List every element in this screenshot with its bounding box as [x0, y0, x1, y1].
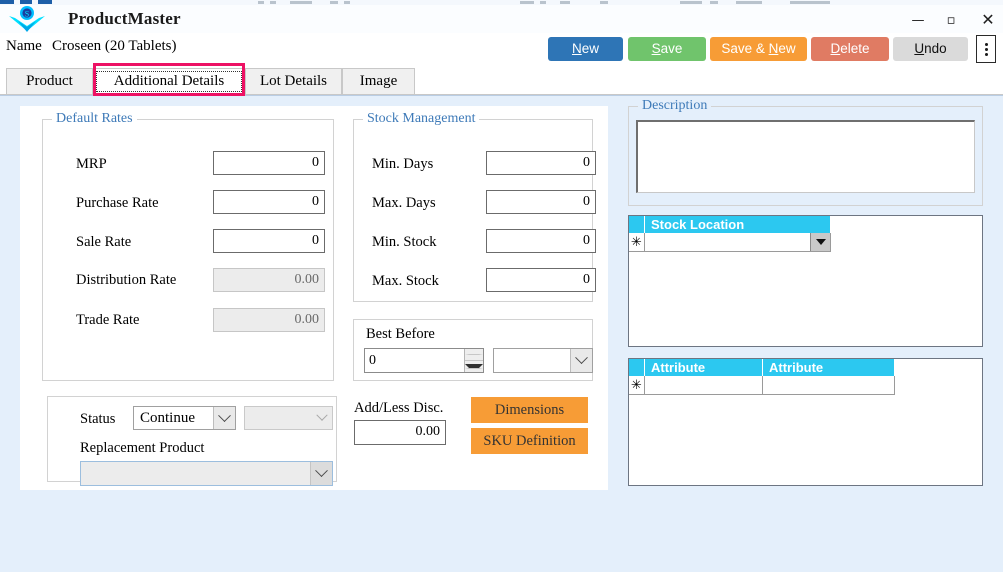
max-stock-label: Max. Stock	[372, 273, 439, 289]
sale-rate-input[interactable]: 0	[213, 229, 325, 253]
status-chevron-down-icon[interactable]	[213, 407, 235, 429]
stock-management-group: Stock Management Min. Days 0 Max. Days 0…	[353, 111, 596, 302]
tab-product[interactable]: Product	[6, 68, 93, 95]
best-before-stepper-buttons[interactable]	[464, 349, 483, 372]
undo-button-label-rest: ndo	[924, 41, 947, 56]
attribute-column-header-1[interactable]: Attribute	[645, 359, 763, 376]
tab-additional-details[interactable]: Additional Details	[93, 68, 245, 95]
purchase-rate-input[interactable]: 0	[213, 190, 325, 214]
best-before-value: 0	[369, 353, 376, 368]
stock-location-new-row[interactable]: ✳	[629, 233, 982, 252]
stock-management-title: Stock Management	[363, 111, 480, 127]
dimensions-button[interactable]: Dimensions	[471, 397, 588, 423]
stock-location-new-row-cell[interactable]	[645, 233, 831, 252]
replacement-product-label: Replacement Product	[80, 440, 205, 456]
purchase-rate-label: Purchase Rate	[76, 195, 159, 211]
product-name-value: Croseen (20 Tablets)	[52, 38, 177, 54]
more-options-icon[interactable]	[976, 35, 996, 63]
best-before-decrement-icon[interactable]	[465, 361, 483, 372]
mrp-input[interactable]: 0	[213, 151, 325, 175]
tab-image-label: Image	[359, 73, 398, 89]
title-bar: S ProductMaster — ▫ ✕	[0, 5, 1003, 33]
best-before-increment-icon[interactable]	[465, 349, 483, 361]
tab-lot-details-label: Lot Details	[259, 73, 328, 89]
tab-product-label: Product	[26, 73, 73, 89]
status-replacement-group: Status Continue Replacement Product	[47, 396, 337, 486]
best-before-unit-dropdown[interactable]	[493, 348, 593, 373]
stock-location-column-header[interactable]: Stock Location	[645, 216, 831, 233]
attribute-new-row-cell-1[interactable]	[645, 376, 763, 395]
best-before-unit-chevron-down-icon[interactable]	[570, 349, 592, 372]
stock-location-new-row-marker: ✳	[629, 233, 645, 252]
new-button-label-rest: ew	[581, 41, 599, 56]
min-stock-input[interactable]: 0	[486, 229, 596, 253]
status-dropdown[interactable]: Continue	[133, 406, 236, 430]
left-form-panel: Default Rates MRP 0 Purchase Rate 0 Sale…	[20, 106, 608, 490]
default-rates-group: Default Rates MRP 0 Purchase Rate 0 Sale…	[42, 111, 334, 381]
max-days-label: Max. Days	[372, 195, 436, 211]
minimize-icon[interactable]: —	[905, 9, 931, 31]
tab-bar: Product Additional Details Lot Details I…	[0, 68, 1003, 95]
stock-location-dropdown-icon[interactable]	[810, 233, 830, 251]
attribute-new-row-marker: ✳	[629, 376, 645, 395]
name-label: Name	[6, 38, 42, 54]
description-textarea[interactable]	[636, 120, 975, 193]
product-master-window: S ProductMaster — ▫ ✕ Name Croseen (20 T…	[0, 0, 1003, 572]
attribute-column-header-2[interactable]: Attribute	[763, 359, 895, 376]
window-title: ProductMaster	[68, 9, 181, 28]
trade-rate-input: 0.00	[213, 308, 325, 332]
min-days-label: Min. Days	[372, 156, 434, 172]
add-less-disc-label: Add/Less Disc.	[354, 400, 444, 416]
new-button[interactable]: New	[548, 37, 623, 61]
app-logo-icon: S	[6, 5, 48, 33]
max-days-input[interactable]: 0	[486, 190, 596, 214]
maximize-icon[interactable]: ▫	[938, 9, 964, 31]
delete-button[interactable]: Delete	[811, 37, 889, 61]
replacement-product-dropdown	[80, 461, 333, 486]
tab-content-panel: Default Rates MRP 0 Purchase Rate 0 Sale…	[0, 95, 1003, 572]
delete-button-label-rest: elete	[840, 41, 870, 56]
attribute-grid-header: Attribute Attribute	[629, 359, 982, 376]
default-rates-title: Default Rates	[52, 111, 137, 127]
attribute-new-row-cell-2[interactable]	[763, 376, 895, 395]
status-label: Status	[80, 411, 116, 427]
best-before-group: Best Before 0	[353, 319, 593, 381]
attribute-grid-corner	[629, 359, 645, 376]
stock-location-grid-corner	[629, 216, 645, 233]
attribute-grid[interactable]: Attribute Attribute ✳	[628, 358, 983, 486]
undo-button[interactable]: Undo	[893, 37, 968, 61]
tab-additional-details-label: Additional Details	[113, 73, 225, 89]
save-and-new-button[interactable]: Save & New	[710, 37, 807, 61]
sale-rate-label: Sale Rate	[76, 234, 132, 250]
status-secondary-chevron-down-icon	[311, 407, 332, 429]
stock-location-grid-header: Stock Location	[629, 216, 982, 233]
description-title: Description	[638, 98, 712, 114]
tab-lot-details[interactable]: Lot Details	[245, 68, 342, 95]
distribution-rate-input: 0.00	[213, 268, 325, 292]
sku-definition-button[interactable]: SKU Definition	[471, 428, 588, 454]
min-days-input[interactable]: 0	[486, 151, 596, 175]
max-stock-input[interactable]: 0	[486, 268, 596, 292]
distribution-rate-label: Distribution Rate	[76, 272, 177, 288]
trade-rate-label: Trade Rate	[76, 312, 140, 328]
tab-image[interactable]: Image	[342, 68, 415, 95]
add-less-disc-input[interactable]: 0.00	[354, 420, 446, 445]
svg-text:S: S	[25, 10, 29, 19]
replacement-product-chevron-down-icon	[310, 462, 332, 485]
mrp-label: MRP	[76, 156, 107, 172]
description-group: Description	[628, 98, 983, 206]
save-button[interactable]: Save	[628, 37, 706, 61]
best-before-stepper[interactable]: 0	[364, 348, 484, 373]
status-dropdown-value: Continue	[140, 410, 195, 426]
close-icon[interactable]: ✕	[975, 9, 1001, 31]
attribute-new-row[interactable]: ✳	[629, 376, 982, 395]
status-secondary-dropdown	[244, 406, 333, 430]
save-button-label-rest: ave	[660, 41, 683, 56]
min-stock-label: Min. Stock	[372, 234, 437, 250]
stock-location-grid[interactable]: Stock Location ✳	[628, 215, 983, 347]
best-before-label: Best Before	[366, 326, 435, 342]
